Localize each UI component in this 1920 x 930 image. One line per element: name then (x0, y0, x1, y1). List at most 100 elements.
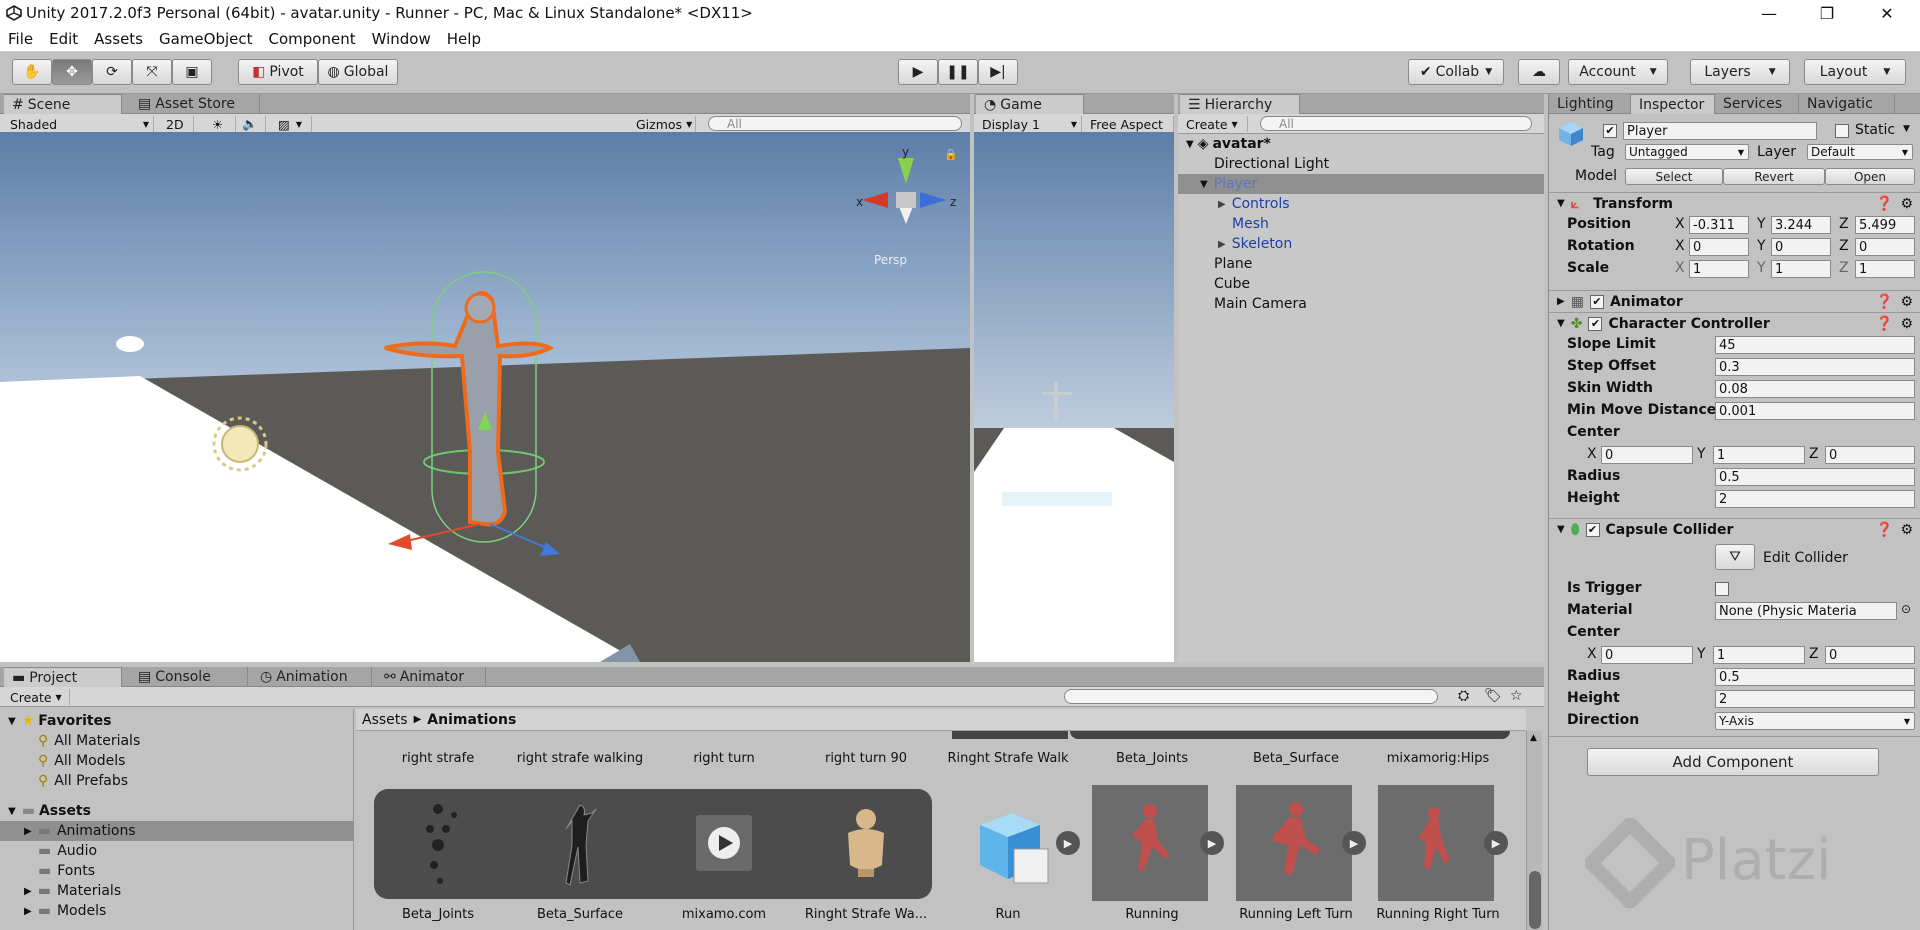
hierarchy-item-player[interactable]: ▼ Player (1178, 174, 1544, 194)
slope-limit-field[interactable]: 45 (1715, 336, 1915, 354)
audio-toggle[interactable]: 🔈 (236, 116, 266, 132)
aspect-dropdown[interactable]: Free Aspect (1084, 116, 1174, 132)
hierarchy-item-cube[interactable]: Cube (1214, 274, 1578, 294)
gizmos-dropdown[interactable]: Gizmos ▼ (630, 116, 696, 132)
asset-caption[interactable]: Ringht Strafe Wa... (796, 907, 936, 922)
cc-height-field[interactable]: 2 (1715, 490, 1915, 508)
settings-gear-icon[interactable]: ⚙ (1900, 294, 1913, 310)
hierarchy-item-skeleton[interactable]: ▶ Skeleton (1218, 234, 1582, 254)
settings-gear-icon[interactable]: ⚙ (1900, 196, 1913, 212)
animator-enabled-checkbox[interactable]: ✔ (1589, 294, 1604, 309)
scale-y-field[interactable]: 1 (1771, 260, 1831, 278)
breadcrumb-assets[interactable]: Assets (362, 712, 408, 728)
hierarchy-item-plane[interactable]: Plane (1214, 254, 1578, 274)
scale-z-label[interactable]: Z (1839, 260, 1849, 276)
shading-dropdown[interactable]: Shaded ▼ (4, 116, 154, 132)
tab-asset-store[interactable]: ▤ Asset Store (130, 94, 260, 114)
position-z-field[interactable]: 5.499 (1855, 216, 1915, 234)
lock-icon[interactable]: 🔒 (944, 148, 958, 161)
asset-caption[interactable]: Running Right Turn (1368, 907, 1508, 922)
breadcrumb-animations[interactable]: Animations (427, 712, 516, 728)
static-dropdown-icon[interactable]: ▼ (1903, 124, 1910, 134)
asset-caption[interactable]: right strafe (368, 751, 508, 766)
maximize-button[interactable]: ❐ (1798, 0, 1856, 26)
scroll-up-icon[interactable]: ▲ (1530, 733, 1537, 743)
scene-search-input[interactable]: All (708, 116, 962, 131)
favorite-all-models[interactable]: ⚲ All Models (38, 751, 125, 771)
asset-caption[interactable]: mixamo.com (654, 907, 794, 922)
layout-dropdown[interactable]: Layout ▼ (1804, 59, 1906, 85)
tab-animator[interactable]: ⚯ Animator (376, 667, 486, 687)
cc-center-y-field[interactable]: 1 (1713, 446, 1805, 464)
character-controller-header[interactable]: ▼ ✤ ✔ Character Controller ❓ ⚙ (1549, 312, 1920, 334)
asset-thumb-running-right-turn[interactable] (1378, 785, 1494, 901)
model-open-button[interactable]: Open (1825, 168, 1915, 185)
menu-help[interactable]: Help (439, 30, 489, 48)
hierarchy-scene-root[interactable]: ▼ ◈ avatar* (1186, 134, 1550, 154)
cc-center-z-label[interactable]: Z (1809, 446, 1819, 462)
asset-thumb-running-left-turn[interactable] (1236, 785, 1352, 901)
cc-center-x-field[interactable]: 0 (1601, 446, 1693, 464)
menu-gameobject[interactable]: GameObject (151, 30, 261, 48)
project-scrollbar[interactable]: ▲ (1526, 731, 1542, 930)
capsule-center-x-field[interactable]: 0 (1601, 646, 1693, 664)
project-search-input[interactable] (1064, 689, 1438, 704)
capsule-height-field[interactable]: 2 (1715, 690, 1915, 708)
hierarchy-search-input[interactable]: All (1260, 116, 1532, 131)
capsule-center-y-field[interactable]: 1 (1713, 646, 1805, 664)
folder-audio[interactable]: ▬ Audio (38, 841, 97, 861)
rotation-x-field[interactable]: 0 (1689, 238, 1749, 256)
step-offset-field[interactable]: 0.3 (1715, 358, 1915, 376)
expand-arrow-icon[interactable]: ▶ (1342, 831, 1366, 855)
scale-z-field[interactable]: 1 (1855, 260, 1915, 278)
active-checkbox[interactable]: ✔ (1603, 124, 1617, 138)
expand-arrow-icon[interactable]: ▶ (1484, 831, 1508, 855)
capsule-center-y-label[interactable]: Y (1697, 646, 1706, 662)
rotate-tool-button[interactable]: ⟳ (92, 59, 132, 85)
scale-y-label[interactable]: Y (1757, 260, 1766, 276)
pivot-toggle[interactable]: ◧ Pivot (238, 59, 318, 85)
settings-gear-icon[interactable]: ⚙ (1900, 316, 1913, 332)
hierarchy-item-mesh[interactable]: Mesh (1232, 214, 1596, 234)
project-create-dropdown[interactable]: Create ▼ (4, 689, 70, 705)
step-button[interactable]: ▶| (978, 59, 1018, 85)
asset-thumb-beta-surface[interactable] (522, 785, 638, 901)
effects-dropdown[interactable]: ▨ ▼ (272, 116, 312, 132)
min-move-distance-field[interactable]: 0.001 (1715, 402, 1915, 420)
account-dropdown[interactable]: Account ▼ (1568, 59, 1668, 85)
capsule-center-z-field[interactable]: 0 (1825, 646, 1915, 664)
tab-navigation[interactable]: Navigatic (1799, 94, 1895, 114)
asset-caption[interactable]: Run (938, 907, 1078, 922)
position-x-label[interactable]: X (1675, 216, 1685, 232)
play-button[interactable]: ▶ (898, 59, 938, 85)
scale-x-label[interactable]: X (1675, 260, 1685, 276)
add-component-button[interactable]: Add Component (1587, 748, 1879, 776)
rotation-z-field[interactable]: 0 (1855, 238, 1915, 256)
tab-inspector[interactable]: Inspector (1631, 94, 1715, 114)
rotation-y-label[interactable]: Y (1757, 238, 1766, 254)
assets-node[interactable]: ▼ ▬ Assets (8, 801, 91, 821)
menu-edit[interactable]: Edit (41, 30, 86, 48)
asset-caption[interactable]: Beta_Joints (368, 907, 508, 922)
asset-thumb-beta-joints[interactable] (380, 785, 496, 901)
cc-center-x-label[interactable]: X (1587, 446, 1597, 462)
scroll-thumb[interactable] (1529, 871, 1541, 929)
menu-file[interactable]: File (0, 30, 41, 48)
tab-scene[interactable]: # Scene (4, 94, 122, 114)
tab-animation[interactable]: ◷ Animation (252, 667, 372, 687)
favorite-all-materials[interactable]: ⚲ All Materials (38, 731, 140, 751)
capsule-collider-enabled-checkbox[interactable]: ✔ (1585, 522, 1600, 537)
asset-thumb-mixamo-clip[interactable] (666, 785, 782, 901)
folder-models[interactable]: ▶ ▬ Models (24, 901, 106, 921)
asset-caption[interactable]: right turn (654, 751, 794, 766)
close-button[interactable]: ✕ (1858, 0, 1916, 26)
layer-dropdown[interactable]: Default ▼ (1807, 144, 1913, 160)
hierarchy-item-main-camera[interactable]: Main Camera (1214, 294, 1578, 314)
capsule-center-x-label[interactable]: X (1587, 646, 1597, 662)
layers-dropdown[interactable]: Layers ▼ (1690, 59, 1790, 85)
hand-tool-button[interactable]: ✋ (12, 59, 52, 85)
move-tool-button[interactable]: ✥ (52, 59, 92, 85)
favorite-star-icon[interactable]: ☆ (1510, 688, 1523, 704)
tab-hierarchy[interactable]: ☰ Hierarchy (1180, 94, 1300, 114)
hierarchy-create-dropdown[interactable]: Create ▼ (1180, 116, 1248, 132)
